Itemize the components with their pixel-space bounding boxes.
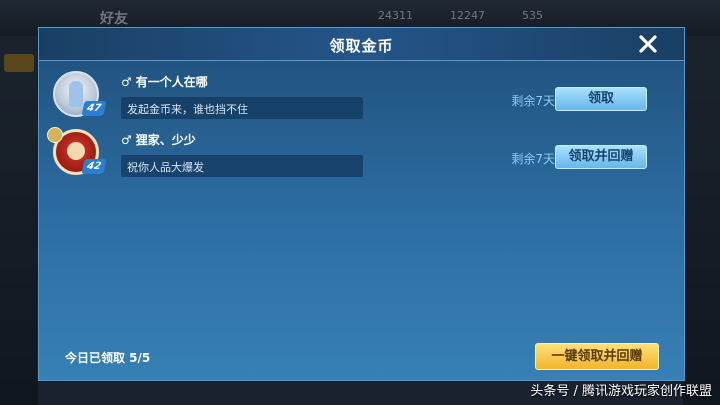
background-stat-gems: 535 <box>522 9 543 22</box>
remaining-days: 剩余7天 <box>511 152 555 166</box>
friend-name-line: ♂ 狸家、少少 <box>121 131 196 149</box>
background-stat-points: 12247 <box>450 9 485 22</box>
remaining-days: 剩余7天 <box>511 94 555 108</box>
claim-coins-dialog: 领取金币 47 ♂ 有一个人在哪 发起金币来，谁也挡不住 剩余7天 领取 42 ♂… <box>38 27 685 381</box>
friend-message: 祝你人品大爆发 <box>127 161 204 174</box>
background-title: 好友 <box>100 11 128 27</box>
background-right-panel <box>683 36 720 405</box>
watermark: 头条号 / 腾讯游戏玩家创作联盟 <box>530 384 712 399</box>
claim-all-and-return-button[interactable]: 一键领取并回赠 <box>535 343 659 370</box>
male-gender-icon: ♂ <box>121 75 132 89</box>
claimed-today-count: 今日已领取 5/5 <box>65 351 151 365</box>
friend-message-box: 发起金币来，谁也挡不住 <box>121 97 363 119</box>
friend-row: 47 ♂ 有一个人在哪 发起金币来，谁也挡不住 剩余7天 领取 <box>53 71 670 126</box>
background-stat-gold: 24311 <box>378 9 413 22</box>
claim-button[interactable]: 领取 <box>555 87 647 111</box>
friend-name: 狸家、少少 <box>135 133 196 147</box>
dialog-header: 领取金币 <box>39 28 684 61</box>
level-badge: 42 <box>81 159 107 174</box>
friend-message-box: 祝你人品大爆发 <box>121 155 363 177</box>
friend-message: 发起金币来，谁也挡不住 <box>127 103 248 116</box>
claim-and-return-button[interactable]: 领取并回赠 <box>555 145 647 169</box>
rank-badge-icon <box>47 127 63 143</box>
avatar-figure <box>69 81 83 107</box>
background-left-panel <box>0 36 38 405</box>
friend-name: 有一个人在哪 <box>135 75 208 89</box>
level-badge: 47 <box>81 101 107 116</box>
close-icon[interactable] <box>635 31 661 57</box>
dialog-title: 领取金币 <box>329 37 394 55</box>
background-tag <box>4 54 34 72</box>
avatar-face <box>67 142 85 160</box>
male-gender-icon: ♂ <box>121 133 132 147</box>
friend-name-line: ♂ 有一个人在哪 <box>121 73 208 91</box>
friend-row: 42 ♂ 狸家、少少 祝你人品大爆发 剩余7天 领取并回赠 <box>47 127 670 184</box>
